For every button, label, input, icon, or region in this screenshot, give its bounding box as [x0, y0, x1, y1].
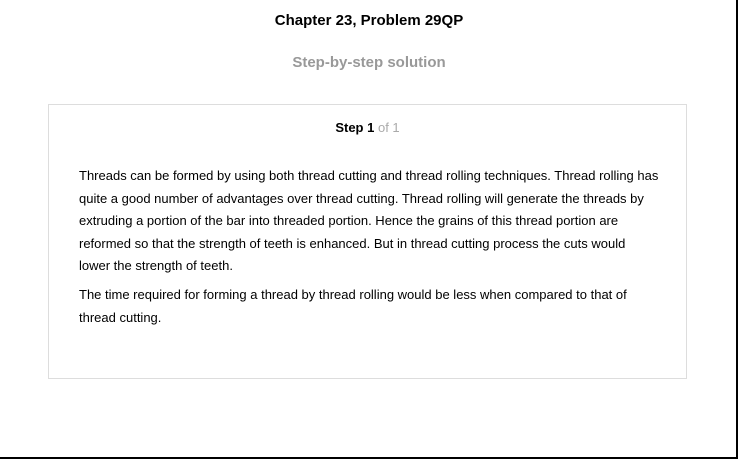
step-count: of 1 — [377, 120, 400, 135]
step-label: Step 1 — [335, 120, 375, 135]
step-indicator: Step 1 of 1 — [49, 120, 686, 135]
page-subtitle: Step-by-step solution — [292, 54, 446, 71]
step-content: Threads can be formed by using both thre… — [79, 165, 659, 335]
solution-step-card: Step 1 of 1 Threads can be formed by usi… — [48, 104, 687, 379]
paragraph: The time required for forming a thread b… — [79, 286, 627, 325]
page-title: Chapter 23, Problem 29QP — [274, 12, 464, 29]
paragraph: Threads can be formed by using both thre… — [79, 168, 659, 274]
page-frame: Chapter 23, Problem 29QP Step-by-step so… — [0, 0, 738, 459]
